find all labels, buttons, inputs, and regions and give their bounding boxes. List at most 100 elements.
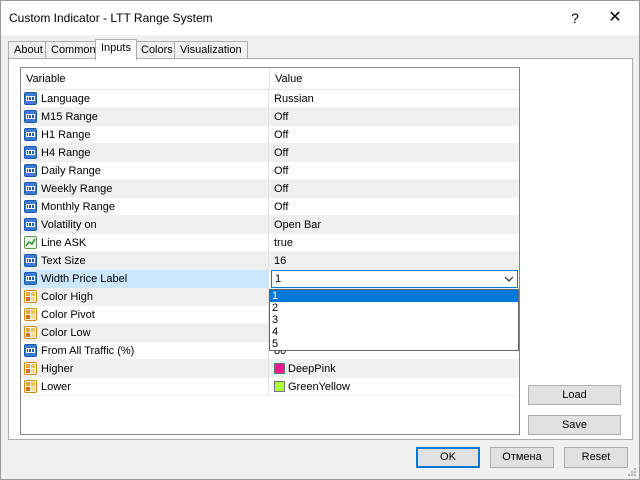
- dropdown-option[interactable]: 5: [270, 338, 518, 350]
- number-icon: [24, 92, 37, 105]
- indicator-dialog: Custom Indicator - LTT Range System ? ✕ …: [0, 0, 640, 480]
- value-cell[interactable]: Off: [270, 108, 519, 126]
- variable-name: Text Size: [41, 255, 86, 267]
- color-icon: [24, 362, 37, 375]
- number-icon: [24, 344, 37, 357]
- tab-common[interactable]: Common: [45, 41, 102, 59]
- value-cell[interactable]: Russian: [270, 90, 519, 108]
- ok-button[interactable]: OK: [416, 447, 480, 468]
- variable-name: H1 Range: [41, 129, 91, 141]
- tab-about[interactable]: About: [8, 41, 49, 59]
- dropdown-option[interactable]: 2: [270, 302, 518, 314]
- variable-value: Off: [274, 147, 289, 159]
- variable-value: DeepPink: [288, 363, 336, 375]
- value-cell[interactable]: true: [270, 234, 519, 252]
- resize-grip-icon[interactable]: [627, 467, 637, 477]
- color-swatch: [274, 363, 285, 374]
- variable-cell[interactable]: Color High: [21, 288, 269, 306]
- grid-row[interactable]: Higher DeepPink: [21, 360, 519, 378]
- number-icon: [24, 182, 37, 195]
- value-cell[interactable]: Open Bar: [270, 216, 519, 234]
- width-price-label-select[interactable]: 1: [271, 270, 518, 288]
- grid-header: Variable Value: [21, 68, 519, 90]
- variable-name: Higher: [41, 363, 74, 375]
- close-button[interactable]: ✕: [597, 5, 633, 31]
- dropdown-option[interactable]: 4: [270, 326, 518, 338]
- variable-cell[interactable]: From All Traffic (%): [21, 342, 269, 360]
- variable-cell[interactable]: Higher: [21, 360, 269, 378]
- variable-cell[interactable]: Line ASK: [21, 234, 269, 252]
- variable-name: Daily Range: [41, 165, 101, 177]
- dropdown-option[interactable]: 1: [270, 290, 518, 302]
- column-header-value[interactable]: Value: [275, 73, 302, 85]
- variable-cell[interactable]: Width Price Label: [21, 270, 269, 288]
- grid-row[interactable]: Language Russian: [21, 90, 519, 108]
- tab-colors[interactable]: Colors: [135, 41, 179, 59]
- save-button[interactable]: Save: [528, 415, 621, 435]
- variable-cell[interactable]: Monthly Range: [21, 198, 269, 216]
- value-cell[interactable]: Off: [270, 198, 519, 216]
- variable-cell[interactable]: Volatility on: [21, 216, 269, 234]
- chart-line-icon: [24, 236, 37, 249]
- variable-name: From All Traffic (%): [41, 345, 135, 357]
- variable-cell[interactable]: Language: [21, 90, 269, 108]
- tab-visualization[interactable]: Visualization: [174, 41, 248, 59]
- select-value: 1: [275, 273, 282, 285]
- tab-inputs[interactable]: Inputs: [95, 39, 137, 60]
- variable-cell[interactable]: Color Low: [21, 324, 269, 342]
- title-bar: Custom Indicator - LTT Range System ? ✕: [1, 1, 639, 35]
- variable-cell[interactable]: H4 Range: [21, 144, 269, 162]
- variable-name: Line ASK: [41, 237, 87, 249]
- value-cell[interactable]: 1: [270, 270, 519, 288]
- value-cell[interactable]: Off: [270, 126, 519, 144]
- variable-name: Color Low: [41, 327, 91, 339]
- variable-value: Russian: [274, 93, 314, 105]
- number-icon: [24, 254, 37, 267]
- grid-row[interactable]: Lower GreenYellow: [21, 378, 519, 396]
- grid-row[interactable]: Text Size 16: [21, 252, 519, 270]
- width-price-label-dropdown-list[interactable]: 12345: [269, 289, 519, 351]
- color-icon: [24, 326, 37, 339]
- value-cell[interactable]: 16: [270, 252, 519, 270]
- cancel-button[interactable]: Отмена: [490, 447, 554, 468]
- value-cell[interactable]: DeepPink: [270, 360, 519, 378]
- grid-row[interactable]: Line ASK true: [21, 234, 519, 252]
- value-cell[interactable]: Off: [270, 144, 519, 162]
- variable-cell[interactable]: Lower: [21, 378, 269, 396]
- variable-name: Weekly Range: [41, 183, 113, 195]
- dropdown-option[interactable]: 3: [270, 314, 518, 326]
- value-cell[interactable]: Off: [270, 180, 519, 198]
- grid-row[interactable]: M15 Range Off: [21, 108, 519, 126]
- value-cell[interactable]: Off: [270, 162, 519, 180]
- color-icon: [24, 308, 37, 321]
- variable-name: Width Price Label: [41, 273, 128, 285]
- chevron-down-icon[interactable]: [503, 273, 515, 285]
- variable-cell[interactable]: Daily Range: [21, 162, 269, 180]
- grid-row[interactable]: Monthly Range Off: [21, 198, 519, 216]
- variable-value: Off: [274, 183, 289, 195]
- grid-row[interactable]: Weekly Range Off: [21, 180, 519, 198]
- variable-cell[interactable]: Color Pivot: [21, 306, 269, 324]
- variable-cell[interactable]: Text Size: [21, 252, 269, 270]
- variable-name: Volatility on: [41, 219, 97, 231]
- column-divider[interactable]: [269, 68, 270, 90]
- grid-row[interactable]: Width Price Label 1: [21, 270, 519, 288]
- variable-cell[interactable]: H1 Range: [21, 126, 269, 144]
- variable-cell[interactable]: M15 Range: [21, 108, 269, 126]
- grid-row[interactable]: Volatility on Open Bar: [21, 216, 519, 234]
- grid-row[interactable]: H4 Range Off: [21, 144, 519, 162]
- number-icon: [24, 128, 37, 141]
- load-button[interactable]: Load: [528, 385, 621, 405]
- variable-cell[interactable]: Weekly Range: [21, 180, 269, 198]
- inputs-panel: Variable Value Language Russian M15 Range O…: [8, 58, 633, 440]
- color-swatch: [274, 381, 285, 392]
- grid-row[interactable]: Daily Range Off: [21, 162, 519, 180]
- value-cell[interactable]: GreenYellow: [270, 378, 519, 396]
- variable-value: Off: [274, 201, 289, 213]
- inputs-grid: Variable Value Language Russian M15 Range O…: [20, 67, 520, 435]
- reset-button[interactable]: Reset: [564, 447, 628, 468]
- column-header-variable[interactable]: Variable: [26, 73, 66, 85]
- grid-row[interactable]: H1 Range Off: [21, 126, 519, 144]
- help-button[interactable]: ?: [557, 5, 593, 31]
- variable-name: Color Pivot: [41, 309, 95, 321]
